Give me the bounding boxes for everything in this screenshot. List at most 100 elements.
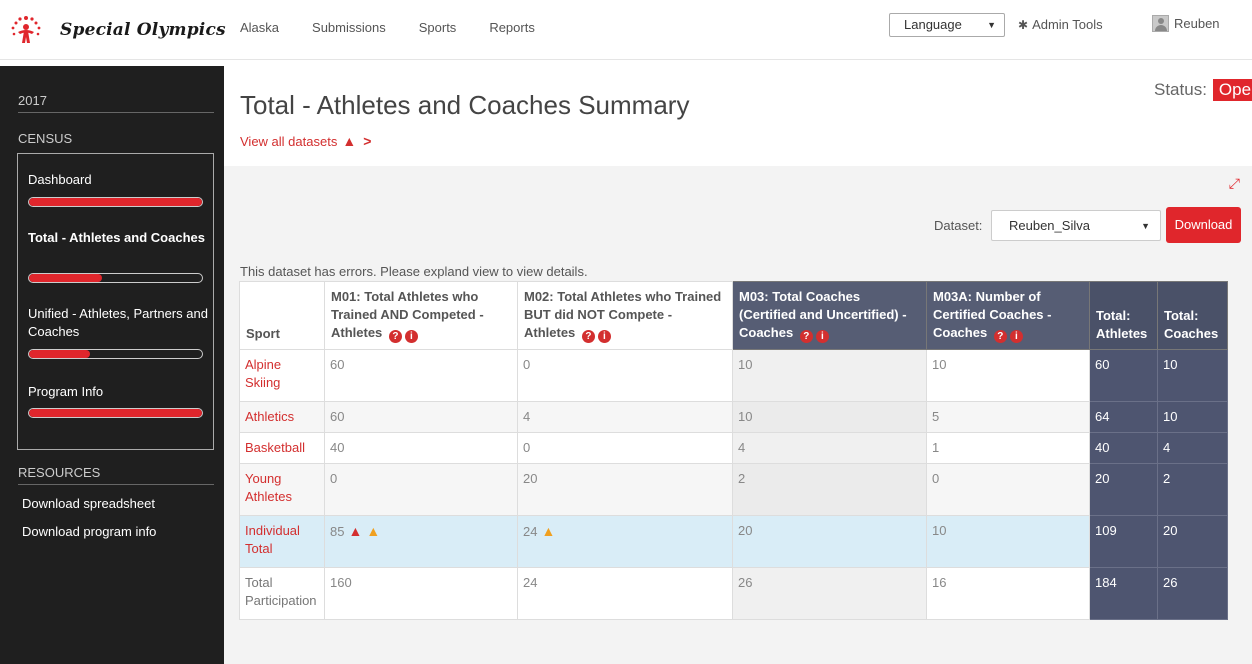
help-icon[interactable]: ? (993, 330, 1007, 343)
table-cell: 10 (926, 349, 1090, 402)
table-cell: 2 (732, 463, 927, 516)
table-cell: 40 (324, 432, 518, 464)
nav-alaska[interactable]: Alaska (240, 20, 279, 35)
summary-table: Sport M01: Total Athletes who Trained AN… (239, 281, 1228, 620)
sidebar-item-total-athletes-coaches[interactable]: Total - Athletes and Coaches (28, 229, 208, 247)
download-button[interactable]: Download (1166, 207, 1241, 243)
special-olympics-logo-icon (6, 10, 46, 50)
header-total-athletes: Total: Athletes (1089, 281, 1158, 350)
user-menu[interactable]: Reuben (1152, 15, 1220, 32)
sidebar-year: 2017 (18, 93, 47, 108)
language-select[interactable]: Language ▼ (889, 13, 1005, 37)
table-cell: 64 (1089, 401, 1158, 433)
sidebar-section-title: CENSUS (18, 131, 73, 146)
warning-icon[interactable]: ▲ (366, 523, 380, 539)
header-sport: Sport (239, 281, 325, 350)
dataset-select[interactable]: Reuben_Silva ▼ (991, 210, 1161, 241)
sport-link[interactable]: Basketball (239, 432, 325, 464)
table-cell: 40 (1089, 432, 1158, 464)
table-cell: 4 (517, 401, 733, 433)
table-row: Young Athletes 0 20 2 0 20 2 (239, 463, 1228, 516)
table-cell: 16 (926, 567, 1090, 620)
info-icon[interactable]: i (404, 330, 418, 343)
progress-bar-unified (28, 349, 203, 359)
table-header-row: Sport M01: Total Athletes who Trained AN… (239, 281, 1228, 350)
help-icon[interactable]: ? (388, 330, 402, 343)
view-all-datasets-link[interactable]: View all datasets ▲ > (240, 133, 371, 149)
admin-tools-link[interactable]: ✱ Admin Tools (1018, 17, 1103, 32)
status-badge: Open (1212, 79, 1252, 101)
table-cell: 4 (1157, 432, 1228, 464)
dataset-value: Reuben_Silva (1009, 218, 1090, 233)
progress-bar-dashboard (28, 197, 203, 207)
header-m02: M02: Total Athletes who Trained BUT did … (517, 281, 733, 350)
table-cell: 2 (1157, 463, 1228, 516)
table-cell: 1 (926, 432, 1090, 464)
sport-link[interactable]: Alpine Skiing (239, 349, 325, 402)
table-cell: 0 (324, 463, 518, 516)
table-cell: 20 (1089, 463, 1158, 516)
brand-name: Special Olympics (60, 20, 226, 40)
download-program-info-link[interactable]: Download program info (22, 524, 156, 539)
resources-title: RESOURCES (18, 465, 101, 480)
table-cell: 5 (926, 401, 1090, 433)
nav-submissions[interactable]: Submissions (312, 20, 386, 35)
table-cell: 26 (732, 567, 927, 620)
table-cell: 160 (324, 567, 518, 620)
header-total-coaches: Total: Coaches (1157, 281, 1228, 350)
brand[interactable]: Special Olympics (6, 10, 226, 50)
table-cell: 109 (1089, 515, 1158, 568)
page-title: Total - Athletes and Coaches Summary (240, 90, 690, 120)
expand-icon[interactable]: ⤢ (1229, 175, 1240, 192)
sidebar-item-program-info[interactable]: Program Info (28, 383, 208, 401)
table-cell: 24 (517, 567, 733, 620)
header-m03a: M03A: Number of Certified Coaches - Coac… (926, 281, 1090, 350)
sport-link[interactable]: Individual Total (239, 515, 325, 568)
table-cell: 60 (324, 401, 518, 433)
gear-icon: ✱ (1018, 18, 1029, 32)
sidebar-item-dashboard[interactable]: Dashboard (28, 171, 208, 189)
sport-link[interactable]: Athletics (239, 401, 325, 433)
header-m03: M03: Total Coaches (Certified and Uncert… (732, 281, 927, 350)
avatar (1152, 15, 1169, 32)
table-cell: 184 (1089, 567, 1158, 620)
header-m01: M01: Total Athletes who Trained AND Comp… (324, 281, 518, 350)
download-spreadsheet-link[interactable]: Download spreadsheet (22, 496, 155, 511)
status: Status: Open (1154, 79, 1252, 101)
table-cell: 0 (517, 432, 733, 464)
table-cell: 26 (1157, 567, 1228, 620)
table-cell: 0 (517, 349, 733, 402)
caret-down-icon: ▼ (1141, 221, 1150, 231)
progress-fill (29, 274, 102, 282)
progress-bar-total (28, 273, 203, 283)
nav-reports[interactable]: Reports (489, 20, 535, 35)
sport-link[interactable]: Young Athletes (239, 463, 325, 516)
main-nav: Alaska Submissions Sports Reports (240, 20, 568, 35)
table-cell: 20 (517, 463, 733, 516)
table-cell: 24 ▲ (517, 515, 733, 568)
info-icon[interactable]: i (597, 330, 611, 343)
help-icon[interactable]: ? (799, 330, 813, 343)
user-name: Reuben (1174, 16, 1220, 31)
table-cell: 4 (732, 432, 927, 464)
table-row: Athletics 60 4 10 5 64 10 (239, 401, 1228, 433)
table-row: Basketball 40 0 4 1 40 4 (239, 432, 1228, 464)
table-cell: 0 (926, 463, 1090, 516)
chevron-right-icon: > (363, 133, 372, 149)
progress-fill (29, 198, 202, 206)
warning-icon[interactable]: ▲ (541, 523, 555, 539)
nav-sports[interactable]: Sports (419, 20, 457, 35)
language-label: Language (904, 17, 962, 32)
table-cell: 10 (732, 401, 927, 433)
table-cell: 10 (732, 349, 927, 402)
sidebar-item-unified[interactable]: Unified - Athletes, Partners and Coaches (28, 305, 208, 341)
help-icon[interactable]: ? (581, 330, 595, 343)
progress-bar-program-info (28, 408, 203, 418)
info-icon[interactable]: i (815, 330, 829, 343)
table-cell: 20 (1157, 515, 1228, 568)
table-cell: 85 ▲ ▲ (324, 515, 518, 568)
error-icon[interactable]: ▲ (348, 523, 362, 539)
table-row: Alpine Skiing 60 0 10 10 60 10 (239, 349, 1228, 402)
warning-icon: ▲ (342, 133, 357, 149)
info-icon[interactable]: i (1009, 330, 1023, 343)
